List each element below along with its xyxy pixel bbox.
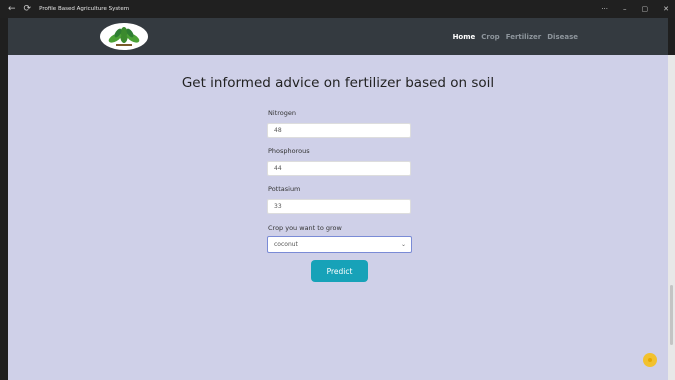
maximize-icon[interactable]: ▢ xyxy=(642,5,649,13)
nav-crop[interactable]: Crop xyxy=(481,33,499,41)
more-icon[interactable]: ··· xyxy=(601,5,608,13)
phosphorous-field[interactable]: 44 xyxy=(267,161,411,176)
pottasium-field[interactable]: 33 xyxy=(267,199,411,214)
fab-dot xyxy=(648,358,652,362)
arrow-left-icon[interactable]: ← xyxy=(8,4,16,14)
pottasium-label: Pottasium xyxy=(268,185,301,193)
navbar: Home Crop Fertilizer Disease xyxy=(8,18,668,55)
minimize-icon[interactable]: – xyxy=(623,5,627,13)
close-icon[interactable]: ✕ xyxy=(663,5,669,13)
window-title: Profile Based Agriculture System xyxy=(39,6,130,12)
crop-select-value: coconut xyxy=(274,241,298,248)
crop-select[interactable]: coconut ⌄ xyxy=(267,236,412,253)
scrollbar-thumb[interactable] xyxy=(670,285,673,345)
main-content: Get informed advice on fertilizer based … xyxy=(8,55,668,380)
refresh-icon[interactable]: ⟳ xyxy=(24,4,32,14)
page-scrollbar[interactable] xyxy=(668,55,675,380)
nitrogen-field[interactable]: 48 xyxy=(267,123,411,138)
window-titlebar: ← ⟳ Profile Based Agriculture System ···… xyxy=(0,0,675,18)
phosphorous-label: Phosphorous xyxy=(268,147,310,155)
nav-disease[interactable]: Disease xyxy=(547,33,578,41)
crop-label: Crop you want to grow xyxy=(268,224,342,232)
nav-home[interactable]: Home xyxy=(453,33,476,41)
page-title: Get informed advice on fertilizer based … xyxy=(181,75,495,91)
chevron-down-icon: ⌄ xyxy=(400,241,406,248)
nav-fertilizer[interactable]: Fertilizer xyxy=(506,33,542,41)
predict-button[interactable]: Predict xyxy=(311,260,368,282)
chat-fab-icon[interactable] xyxy=(643,353,657,367)
nitrogen-label: Nitrogen xyxy=(268,109,296,117)
leaf-logo-icon[interactable] xyxy=(100,23,148,50)
